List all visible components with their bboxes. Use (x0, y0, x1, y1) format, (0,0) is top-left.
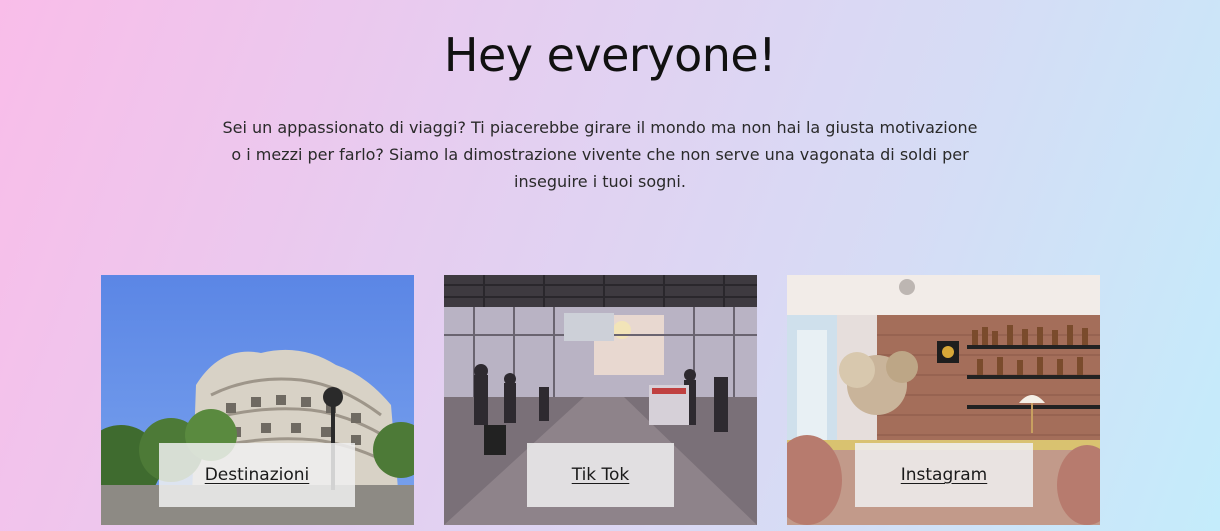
card-instagram[interactable]: Instagram (787, 275, 1100, 525)
card-label-box: Instagram (855, 443, 1033, 507)
page-title: Hey everyone! (443, 28, 777, 82)
card-label-box: Destinazioni (159, 443, 355, 507)
card-destinazioni[interactable]: Destinazioni (101, 275, 414, 525)
instagram-link[interactable]: Instagram (901, 465, 988, 485)
tiktok-link[interactable]: Tik Tok (572, 465, 630, 485)
destinazioni-link[interactable]: Destinazioni (205, 465, 310, 485)
intro-paragraph: Sei un appassionato di viaggi? Ti piacer… (222, 118, 978, 191)
card-label-box: Tik Tok (527, 443, 674, 507)
card-tiktok[interactable]: Tik Tok (444, 275, 757, 525)
